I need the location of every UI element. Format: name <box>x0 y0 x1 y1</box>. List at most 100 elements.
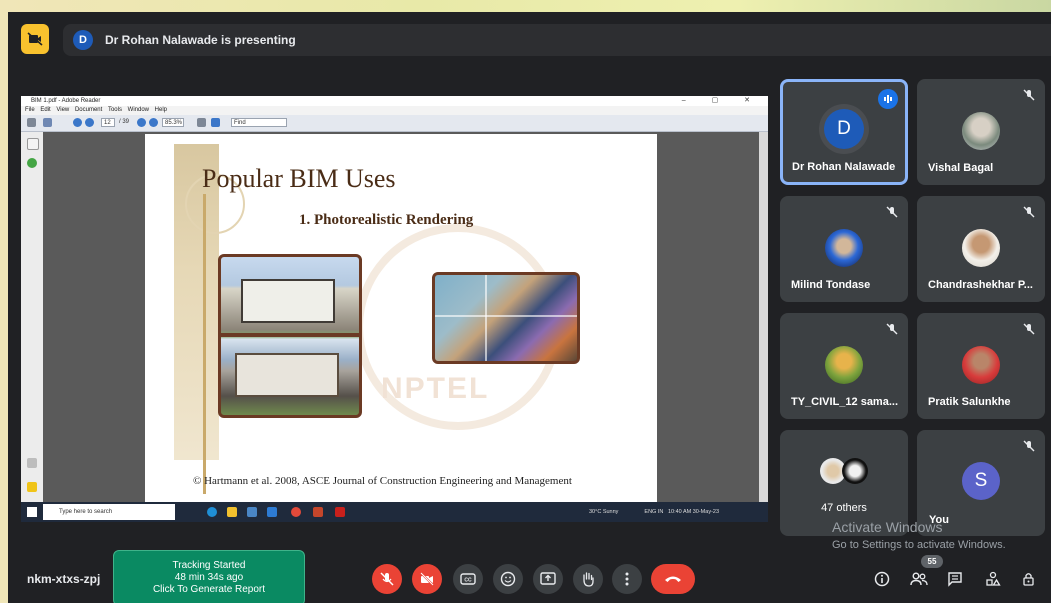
windows-taskbar: Type here to search 30°C Sunny ENG IN 10… <box>21 502 768 522</box>
comment-icon <box>27 482 37 492</box>
menu-view: View <box>56 107 70 113</box>
others-avatar-stack <box>818 458 870 488</box>
host-controls-button[interactable] <box>1019 569 1039 589</box>
participant-name: TY_CIVIL_12 sama... <box>791 396 898 408</box>
house-render-top <box>241 279 335 323</box>
menu-help: Help <box>154 107 168 113</box>
participant-tile[interactable]: TY_CIVIL_12 sama... <box>780 313 908 419</box>
next-page-icon <box>85 118 94 127</box>
raise-hand-button[interactable] <box>573 564 603 594</box>
mail-icon <box>267 507 277 517</box>
present-button[interactable] <box>533 564 563 594</box>
language-text: ENG IN <box>644 509 664 515</box>
page-total: / 39 <box>119 119 130 125</box>
participant-avatar: D <box>819 104 869 154</box>
find-field: Find <box>231 118 287 127</box>
mic-off-icon <box>1021 204 1037 220</box>
more-options-button[interactable] <box>612 564 642 594</box>
svg-text:CC: CC <box>464 578 472 584</box>
camera-off-badge[interactable] <box>21 24 49 54</box>
meet-window: D Dr Rohan Nalawade is presenting BIM 1.… <box>8 12 1051 603</box>
house-renderings-image <box>218 254 362 418</box>
camera-toggle-button[interactable] <box>412 564 442 594</box>
edit-icon <box>43 118 52 127</box>
people-button[interactable] <box>909 569 929 589</box>
zoom-in-icon <box>149 118 158 127</box>
slide-title: Popular BIM Uses <box>202 164 396 193</box>
file-explorer-icon <box>227 507 237 517</box>
participant-name: Dr Rohan Nalawade <box>792 161 896 173</box>
edge-icon <box>207 507 217 517</box>
fit-width-icon <box>211 118 220 127</box>
participant-tile[interactable]: D Dr Rohan Nalawade <box>780 79 908 185</box>
clock-time: 10:40 AM <box>667 509 692 515</box>
reader-menu-bar: File Edit View Document Tools Window Hel… <box>21 106 768 115</box>
meeting-details-button[interactable] <box>872 569 892 589</box>
clock-date: 30-May-23 <box>692 509 720 515</box>
activities-icon <box>986 571 1001 586</box>
powerpoint-icon <box>313 507 323 517</box>
menu-window: Window <box>127 107 149 113</box>
reader-title-bar: BIM 1.pdf - Adobe Reader – ▢ ✕ <box>21 96 768 106</box>
nptel-watermark-text: NPTEL <box>381 372 490 405</box>
tracking-line-2: 48 min 34s ago <box>174 572 244 583</box>
mic-off-icon <box>1021 321 1037 337</box>
mic-off-icon <box>884 321 900 337</box>
menu-tools: Tools <box>107 107 122 113</box>
zoom-out-icon <box>137 118 146 127</box>
slide-subtitle: 1. Photorealistic Rendering <box>299 212 474 228</box>
lock-person-icon <box>1023 573 1034 586</box>
tracking-line-1: Tracking Started <box>172 560 246 571</box>
participant-tile[interactable]: Milind Tondase <box>780 196 908 302</box>
presenting-banner: D Dr Rohan Nalawade is presenting <box>63 24 1051 56</box>
others-count: 47 others <box>821 502 867 514</box>
avatar-letter: D <box>824 109 864 149</box>
participant-tile[interactable]: Pratik Salunkhe <box>917 313 1045 419</box>
hang-up-icon <box>665 576 681 582</box>
participant-tile[interactable]: Chandrashekhar P... <box>917 196 1045 302</box>
participant-name: Chandrashekhar P... <box>928 279 1033 291</box>
store-icon <box>247 507 257 517</box>
emoji-icon <box>500 571 516 587</box>
image-divider <box>221 333 359 337</box>
menu-document: Document <box>74 107 103 113</box>
slide-citation: © Hartmann et al. 2008, ASCE Journal of … <box>193 475 572 487</box>
camera-off-icon <box>420 572 434 586</box>
menu-file: File <box>25 107 35 113</box>
print-icon <box>27 118 36 127</box>
people-count-badge: 55 <box>921 555 943 568</box>
menu-edit: Edit <box>40 107 51 113</box>
participant-tile[interactable]: Vishal Bagal <box>917 79 1045 185</box>
raise-hand-icon <box>583 572 594 587</box>
mic-off-icon <box>380 572 394 586</box>
activate-windows-subtitle: Go to Settings to activate Windows. <box>832 539 1006 551</box>
prev-page-icon <box>73 118 82 127</box>
reactions-button[interactable] <box>493 564 523 594</box>
interior-renderings-image <box>432 272 580 364</box>
chat-icon <box>948 572 962 587</box>
participant-name: Milind Tondase <box>791 279 871 291</box>
participant-name: Vishal Bagal <box>928 162 994 174</box>
mic-off-icon <box>1021 87 1037 103</box>
shared-screen[interactable]: BIM 1.pdf - Adobe Reader – ▢ ✕ File Edit… <box>21 96 768 522</box>
captions-button[interactable]: CC <box>453 564 483 594</box>
camera-off-icon <box>27 32 43 46</box>
chat-button[interactable] <box>945 569 965 589</box>
participant-name: Pratik Salunkhe <box>928 396 1011 408</box>
reader-toolbar: 12 / 39 85.3% Find <box>21 115 768 132</box>
present-screen-icon <box>540 572 556 585</box>
self-avatar: S <box>962 462 1000 500</box>
house-render-bottom <box>235 353 339 397</box>
presenting-text: Dr Rohan Nalawade is presenting <box>105 33 296 47</box>
bookmark-icon <box>27 158 37 168</box>
other-avatar <box>842 458 868 484</box>
tracking-report-button[interactable]: Tracking Started 48 min 34s ago Click To… <box>113 550 305 603</box>
leave-call-button[interactable] <box>651 564 695 594</box>
activities-button[interactable] <box>983 569 1003 589</box>
captions-icon: CC <box>460 573 476 585</box>
image-grid-line <box>485 275 487 361</box>
activate-windows-title: Activate Windows <box>832 519 943 535</box>
participant-photo <box>825 229 863 267</box>
pages-icon <box>27 138 39 150</box>
mic-toggle-button[interactable] <box>372 564 402 594</box>
